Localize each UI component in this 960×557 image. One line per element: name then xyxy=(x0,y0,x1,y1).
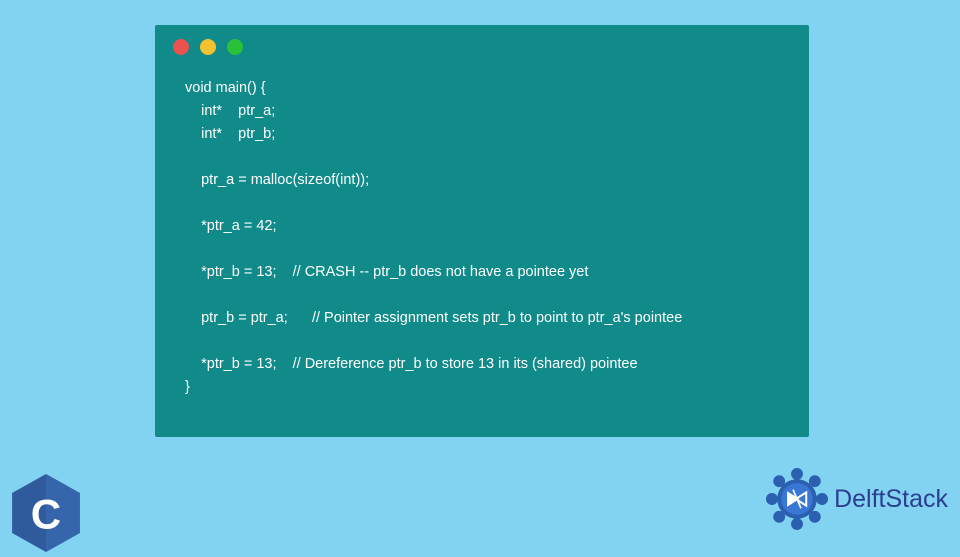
close-icon xyxy=(173,39,189,55)
c-letter: C xyxy=(31,490,61,537)
window-controls xyxy=(155,25,809,55)
maximize-icon xyxy=(227,39,243,55)
code-window: void main() { int* ptr_a; int* ptr_b; pt… xyxy=(155,25,809,437)
delftstack-brand-text: DelftStack xyxy=(834,485,948,514)
minimize-icon xyxy=(200,39,216,55)
code-content: void main() { int* ptr_a; int* ptr_b; pt… xyxy=(155,55,809,419)
c-language-logo: C xyxy=(12,474,80,552)
delftstack-badge-icon xyxy=(764,466,830,532)
delftstack-logo: DelftStack xyxy=(764,466,948,532)
